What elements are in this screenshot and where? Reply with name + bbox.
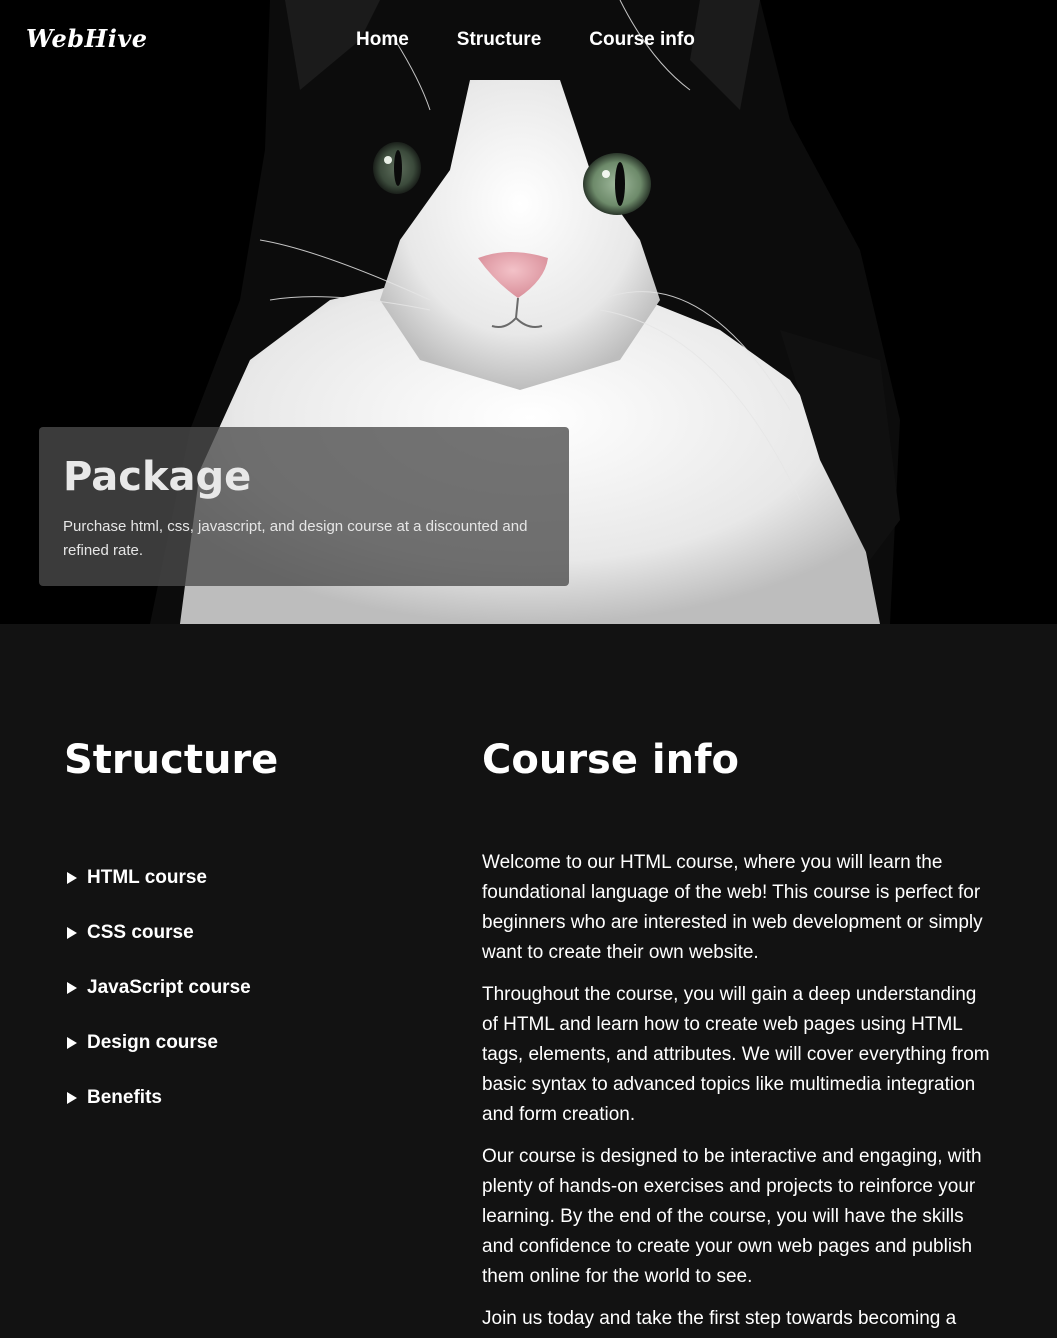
site-logo[interactable]: WebHive	[26, 24, 148, 53]
course-paragraph: Join us today and take the first step to…	[482, 1308, 957, 1329]
structure-item-javascript[interactable]: JavaScript course	[64, 960, 424, 1015]
top-navbar: WebHive Home Structure Course info	[0, 0, 1057, 80]
nav-link-home[interactable]: Home	[356, 29, 409, 51]
structure-section: Structure HTML course CSS course JavaScr…	[64, 732, 424, 1125]
package-card: Package Purchase html, css, javascript, …	[39, 427, 569, 586]
structure-item-css[interactable]: CSS course	[64, 905, 424, 960]
structure-item-label: JavaScript course	[87, 976, 251, 998]
course-paragraph: Welcome to our HTML course, where you wi…	[482, 852, 983, 963]
hero-section: WebHive Home Structure Course info Packa…	[0, 0, 1057, 624]
triangle-right-icon	[67, 871, 77, 884]
structure-item-label: Benefits	[87, 1086, 162, 1108]
structure-item-design[interactable]: Design course	[64, 1015, 424, 1070]
course-info-text: Welcome to our HTML course, where you wi…	[482, 848, 997, 1338]
structure-item-html[interactable]: HTML course	[64, 850, 424, 905]
structure-item-label: CSS course	[87, 921, 194, 943]
structure-item-benefits[interactable]: Benefits	[64, 1070, 424, 1125]
course-info-heading: Course info	[482, 737, 739, 783]
nav-links: Home Structure Course info	[356, 29, 743, 51]
main-content: Structure HTML course CSS course JavaScr…	[0, 624, 1057, 1338]
triangle-right-icon	[67, 981, 77, 994]
structure-item-label: Design course	[87, 1031, 218, 1053]
triangle-right-icon	[67, 1036, 77, 1049]
nav-link-structure[interactable]: Structure	[457, 29, 541, 51]
course-paragraph: Our course is designed to be interactive…	[482, 1146, 982, 1287]
structure-heading: Structure	[64, 737, 279, 783]
package-title: Package	[63, 454, 252, 500]
structure-item-label: HTML course	[87, 866, 208, 888]
package-description: Purchase html, css, javascript, and desi…	[63, 518, 528, 559]
triangle-right-icon	[67, 926, 77, 939]
course-paragraph: Throughout the course, you will gain a d…	[482, 984, 990, 1125]
structure-list: HTML course CSS course JavaScript course…	[64, 850, 424, 1125]
course-info-section: Course info Welcome to our HTML course, …	[482, 732, 997, 1338]
nav-link-course-info[interactable]: Course info	[589, 29, 695, 51]
triangle-right-icon	[67, 1091, 77, 1104]
